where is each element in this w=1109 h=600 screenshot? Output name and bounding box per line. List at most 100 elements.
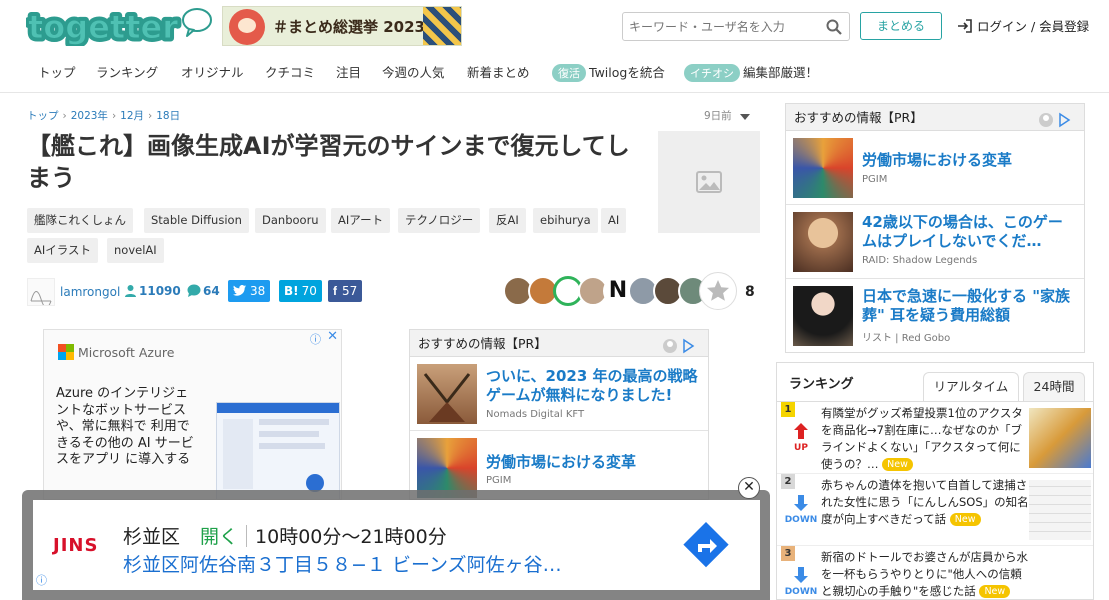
tag-item[interactable]: AI	[601, 208, 627, 233]
election-banner[interactable]: ＃まとめ総選挙 2023	[222, 6, 462, 46]
time-ago-label: 9日前	[704, 110, 732, 122]
search-box	[622, 12, 850, 41]
breadcrumb: トップ › 2023年 › 12月 › 18日	[27, 110, 181, 122]
tag-item[interactable]: ebihurya	[533, 208, 598, 233]
store-status: 開く	[200, 526, 239, 548]
jins-ad[interactable]: JINS 杉並区 開く 10時00分〜21時00分 杉並区阿佐谷南３丁目５８−１ ビ…	[33, 500, 760, 590]
nav-kuchikomi[interactable]: クチコミ	[265, 62, 315, 81]
recommend-item[interactable]: 労働市場における変革 PGIM	[786, 131, 1084, 205]
article-thumbnail	[658, 131, 760, 233]
header-divider	[0, 92, 1109, 93]
recommend-source: リスト | Red Gobo	[862, 333, 951, 344]
hatena-bookmark-button[interactable]: B! 70	[279, 280, 322, 302]
store-line: 杉並区 開く 10時00分〜21時00分	[123, 522, 447, 549]
microsoft-azure-brand: Microsoft Azure	[58, 344, 174, 360]
tag-item[interactable]: AIイラスト	[27, 238, 99, 263]
recommend-title: 日本で急速に一般化する "家族葬" 耳を疑う費用総額	[862, 287, 1071, 324]
user-icon	[125, 285, 136, 297]
author-avatar[interactable]	[27, 278, 55, 308]
login-link[interactable]: ログイン / 会員登録	[957, 16, 1089, 35]
recommend-item[interactable]: 42歳以下の場合は、このゲームはプレイしないでくだ… RAID: Shadow …	[786, 205, 1084, 279]
banner-pattern	[423, 7, 461, 45]
twilog-label: Twilogを統合	[589, 65, 665, 80]
tab-24h[interactable]: 24時間	[1023, 372, 1085, 402]
breadcrumb-month[interactable]: 12月	[120, 110, 144, 122]
microsoft-logo-icon	[58, 344, 74, 360]
recommend-box-right: おすすめの情報【PR】 労働市場における変革 PGIM 42歳以下の場合は、この…	[785, 103, 1085, 353]
ad-info-icon[interactable]: ⓘ	[36, 572, 47, 588]
pick-badge: イチオシ	[684, 64, 740, 82]
ranking-thumbnail	[1029, 408, 1091, 468]
matome-button[interactable]: まとめる	[860, 12, 942, 40]
svg-text:togetter: togetter	[28, 8, 178, 46]
nav-original[interactable]: オリジナル	[181, 62, 244, 81]
search-input[interactable]	[623, 13, 813, 40]
favorite-star-button[interactable]	[699, 272, 737, 310]
store-place: 杉並区	[123, 526, 181, 548]
daruma-icon	[229, 9, 265, 45]
breadcrumb-day[interactable]: 18日	[156, 110, 180, 122]
ranking-row[interactable]: 2 DOWN 赤ちゃんの遺体を抱いて自首して逮捕された女性に思う「にんしんSOS…	[777, 474, 1093, 546]
tag-item[interactable]: テクノロジー	[398, 208, 481, 233]
recommend-item[interactable]: 日本で急速に一般化する "家族葬" 耳を疑う費用総額 リスト | Red Gob…	[786, 279, 1084, 353]
twitter-share-button[interactable]: 38	[228, 280, 271, 302]
nav-pick[interactable]: イチオシ 編集部厳選！	[684, 62, 818, 82]
article-title: 【艦これ】画像生成AIが学習元のサインまで復元してしまう	[27, 132, 630, 192]
nav-chumoku[interactable]: 注目	[336, 62, 361, 81]
caret-down-icon	[739, 114, 750, 120]
tab-realtime[interactable]: リアルタイム	[923, 372, 1019, 402]
ranking-row[interactable]: 3 DOWN 新宿のドトールでお婆さんが店員から水を一杯もらうやりとりに"他人へ…	[777, 546, 1093, 599]
tag-item[interactable]: Stable Diffusion	[144, 208, 249, 233]
arrow-down-icon	[794, 567, 808, 583]
new-badge: New	[979, 585, 1011, 598]
recommend-image	[793, 212, 853, 272]
recommend-title: 労働市場における変革	[862, 151, 1013, 169]
author-row: lamrongol 11090 64 38 B! 70 f 57	[27, 278, 377, 308]
close-ad-button[interactable]: ✕	[738, 477, 760, 499]
pick-label: 編集部厳選！	[743, 65, 819, 80]
new-badge: New	[882, 458, 913, 471]
search-icon[interactable]	[826, 19, 842, 39]
tag-item[interactable]: 反AI	[489, 208, 526, 233]
ranking-text: 赤ちゃんの遺体を抱いて自首して逮捕された女性に思う「にんしんSOS」の知名度が向…	[821, 478, 1029, 526]
azure-ad[interactable]: Microsoft Azure Azure のインテリジェントなボットサービスや…	[43, 329, 342, 500]
nav-weekly[interactable]: 今週の人気	[382, 62, 445, 81]
tag-item[interactable]: novelAI	[107, 238, 164, 263]
bottom-ad: JINS 杉並区 開く 10時00分〜21時00分 杉並区阿佐谷南３丁目５８−１ ビ…	[22, 490, 770, 600]
breadcrumb-year[interactable]: 2023年	[71, 110, 108, 122]
recommend-item[interactable]: ついに、2023 年の最高の戦略ゲームが無料になりました! Nomads Dig…	[410, 357, 708, 431]
comments-count[interactable]: 64	[187, 284, 220, 298]
nav-twilog[interactable]: 復活 Twilogを統合	[552, 62, 665, 82]
author-name[interactable]: lamrongol	[60, 285, 120, 299]
image-placeholder-icon	[696, 171, 722, 193]
ranking-title: ランキング	[789, 377, 854, 392]
recommend-source: PGIM	[862, 174, 888, 185]
togetter-logo[interactable]: togetter togetter	[26, 6, 214, 46]
ad-close-icon[interactable]: ✕	[327, 330, 338, 344]
tag-item[interactable]: Danbooru	[255, 208, 326, 233]
tag-item[interactable]: 艦隊これくしょん	[27, 208, 133, 233]
ad-info-icon[interactable]: ⓘ	[310, 331, 321, 347]
recommend-title: ついに、2023 年の最高の戦略ゲームが無料になりました!	[486, 367, 698, 404]
azure-ad-text: Azure のインテリジェントなボットサービスや、常に無料で 利用できるその他の…	[56, 386, 194, 467]
nav-top[interactable]: トップ	[38, 62, 76, 81]
recommend-source: Nomads Digital KFT	[486, 409, 585, 420]
nav-new[interactable]: 新着まとめ	[467, 62, 530, 81]
recommend-image	[793, 138, 853, 198]
tag-item[interactable]: AIアート	[331, 208, 391, 233]
directions-icon[interactable]	[683, 522, 729, 568]
time-ago[interactable]: 9日前	[704, 108, 750, 123]
arrow-up-icon	[794, 423, 808, 439]
recommend-box-mid: おすすめの情報【PR】 ついに、2023 年の最高の戦略ゲームが無料になりました…	[409, 329, 709, 500]
nav-ranking[interactable]: ランキング	[96, 62, 158, 81]
favorites-count: 8	[745, 284, 755, 300]
breadcrumb-top[interactable]: トップ	[27, 110, 59, 122]
facebook-share-button[interactable]: f 57	[328, 280, 363, 302]
ranking-row[interactable]: 1 UP 有隣堂がグッズ希望投票1位のアクスタを商品化→7割在庫に…なぜなのか「…	[777, 402, 1093, 474]
store-address[interactable]: 杉並区阿佐谷南３丁目５８−１ ビーンズ阿佐ヶ谷…	[123, 550, 562, 577]
ranking-text: 有隣堂がグッズ希望投票1位のアクスタを商品化→7割在庫に…なぜなのか「ブラインド…	[821, 406, 1023, 471]
ranking-text: 新宿のドトールでお婆さんが店員から水を一杯もらうやりとりに"他人への信頼と親切心…	[821, 550, 1028, 598]
login-label: ログイン / 会員登録	[977, 19, 1090, 34]
rank-number: 1	[781, 402, 795, 417]
ranking-panel: ランキング リアルタイム 24時間 1 UP 有隣堂がグッズ希望投票1位のアクス…	[776, 362, 1094, 600]
